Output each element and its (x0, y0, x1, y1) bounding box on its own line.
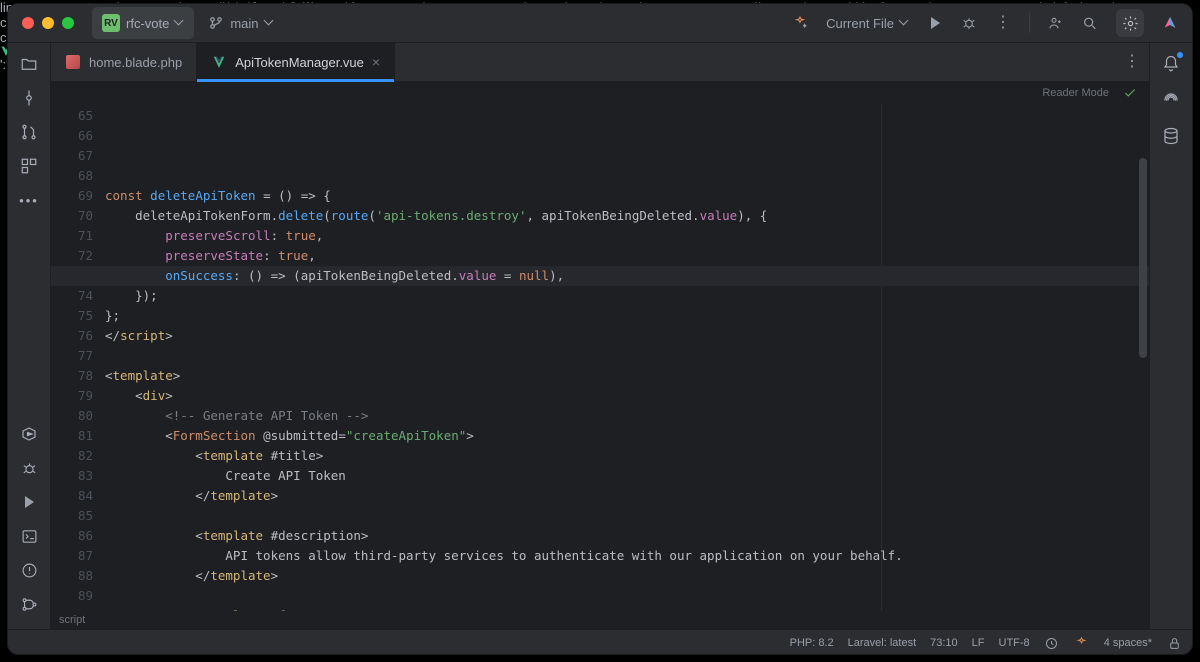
terminal-tool-icon[interactable] (14, 521, 44, 551)
status-right: PHP: 8.2 Laravel: latest 73:10 LF UTF-8 … (790, 635, 1182, 651)
file-icon (65, 54, 81, 70)
run-tool-icon[interactable] (14, 487, 44, 517)
file-icon (211, 54, 227, 70)
database-tool-icon[interactable] (1156, 121, 1186, 151)
chevron-down-icon (175, 19, 184, 28)
debug-icon[interactable] (961, 15, 977, 31)
tabs-more-icon[interactable]: ⋮ (1115, 43, 1149, 81)
editor-area: home.blade.php ApiTokenManager.vue × ⋮ Rea… (51, 43, 1149, 629)
project-tool-icon[interactable] (14, 49, 44, 79)
code-with-me-icon[interactable] (1048, 15, 1064, 31)
left-toolbar: ••• (8, 43, 51, 629)
structure-tool-icon[interactable] (14, 151, 44, 181)
run-config-label: Current File (826, 16, 894, 31)
file-encoding[interactable]: UTF-8 (999, 637, 1030, 649)
project-name: rfc-vote (126, 16, 169, 31)
laravel-version[interactable]: Laravel: latest (848, 637, 916, 649)
vcs-tool-icon[interactable] (14, 589, 44, 619)
project-selector[interactable]: RV rfc-vote (92, 7, 194, 39)
caret-position[interactable]: 73:10 (930, 637, 958, 649)
branch-selector[interactable]: main (208, 15, 273, 31)
chevron-down-icon (265, 19, 274, 28)
titlebar-actions: Current File ⋮ (792, 9, 1178, 37)
close-tab-icon[interactable]: × (372, 54, 380, 70)
window-controls (22, 17, 74, 29)
editor-tab[interactable]: home.blade.php (51, 43, 197, 81)
pull-request-tool-icon[interactable] (14, 117, 44, 147)
editor-tab[interactable]: ApiTokenManager.vue × (197, 43, 395, 81)
chevron-down-icon (900, 19, 909, 28)
notifications-icon[interactable] (1156, 49, 1186, 79)
branch-name: main (230, 16, 258, 31)
tab-label: ApiTokenManager.vue (235, 55, 364, 70)
commit-tool-icon[interactable] (14, 83, 44, 113)
reader-mode-label[interactable]: Reader Mode (1042, 87, 1109, 99)
maximize-window-icon[interactable] (62, 17, 74, 29)
editor-info-row: Reader Mode (51, 82, 1149, 104)
services-tool-icon[interactable] (14, 419, 44, 449)
lock-icon[interactable] (1166, 635, 1182, 651)
debug-tool-icon[interactable] (14, 453, 44, 483)
line-separator[interactable]: LF (972, 637, 985, 649)
indent-setting[interactable]: 4 spaces* (1104, 637, 1152, 649)
run-icon[interactable] (927, 15, 943, 31)
status-bar: PHP: 8.2 Laravel: latest 73:10 LF UTF-8 … (8, 629, 1192, 654)
more-icon[interactable]: ⋮ (995, 15, 1011, 31)
code-content[interactable]: const deleteApiToken = () => { deleteApi… (105, 104, 1149, 611)
problems-tool-icon[interactable] (14, 555, 44, 585)
ai-status-icon[interactable] (1074, 635, 1090, 651)
editor-breadcrumb[interactable]: script (51, 611, 1149, 629)
project-icon: RV (102, 14, 120, 32)
branch-icon (208, 15, 224, 31)
copilot-icon[interactable] (1162, 15, 1178, 31)
ai-suggest-icon[interactable] (792, 15, 808, 31)
ai-assistant-icon[interactable] (1156, 85, 1186, 115)
right-toolbar (1149, 43, 1192, 629)
reader-mode-status-icon[interactable] (1044, 635, 1060, 651)
app-window: RV rfc-vote main Current File ⋮ (8, 4, 1192, 654)
editor-tabs: home.blade.php ApiTokenManager.vue × ⋮ (51, 43, 1149, 82)
close-window-icon[interactable] (22, 17, 34, 29)
more-tools-icon[interactable]: ••• (14, 185, 44, 215)
titlebar: RV rfc-vote main Current File ⋮ (8, 4, 1192, 43)
minimize-window-icon[interactable] (42, 17, 54, 29)
code-editor[interactable]: 6566676869707172737475767778798081828384… (51, 104, 1149, 611)
tab-label: home.blade.php (89, 55, 182, 70)
search-icon[interactable] (1082, 15, 1098, 31)
inspection-ok-icon[interactable] (1123, 86, 1137, 100)
run-config-selector[interactable]: Current File (826, 16, 909, 31)
main-body: ••• home.blade.ph (8, 43, 1192, 629)
php-version[interactable]: PHP: 8.2 (790, 637, 834, 649)
line-gutter[interactable]: 6566676869707172737475767778798081828384… (51, 104, 105, 611)
settings-icon[interactable] (1116, 9, 1144, 37)
